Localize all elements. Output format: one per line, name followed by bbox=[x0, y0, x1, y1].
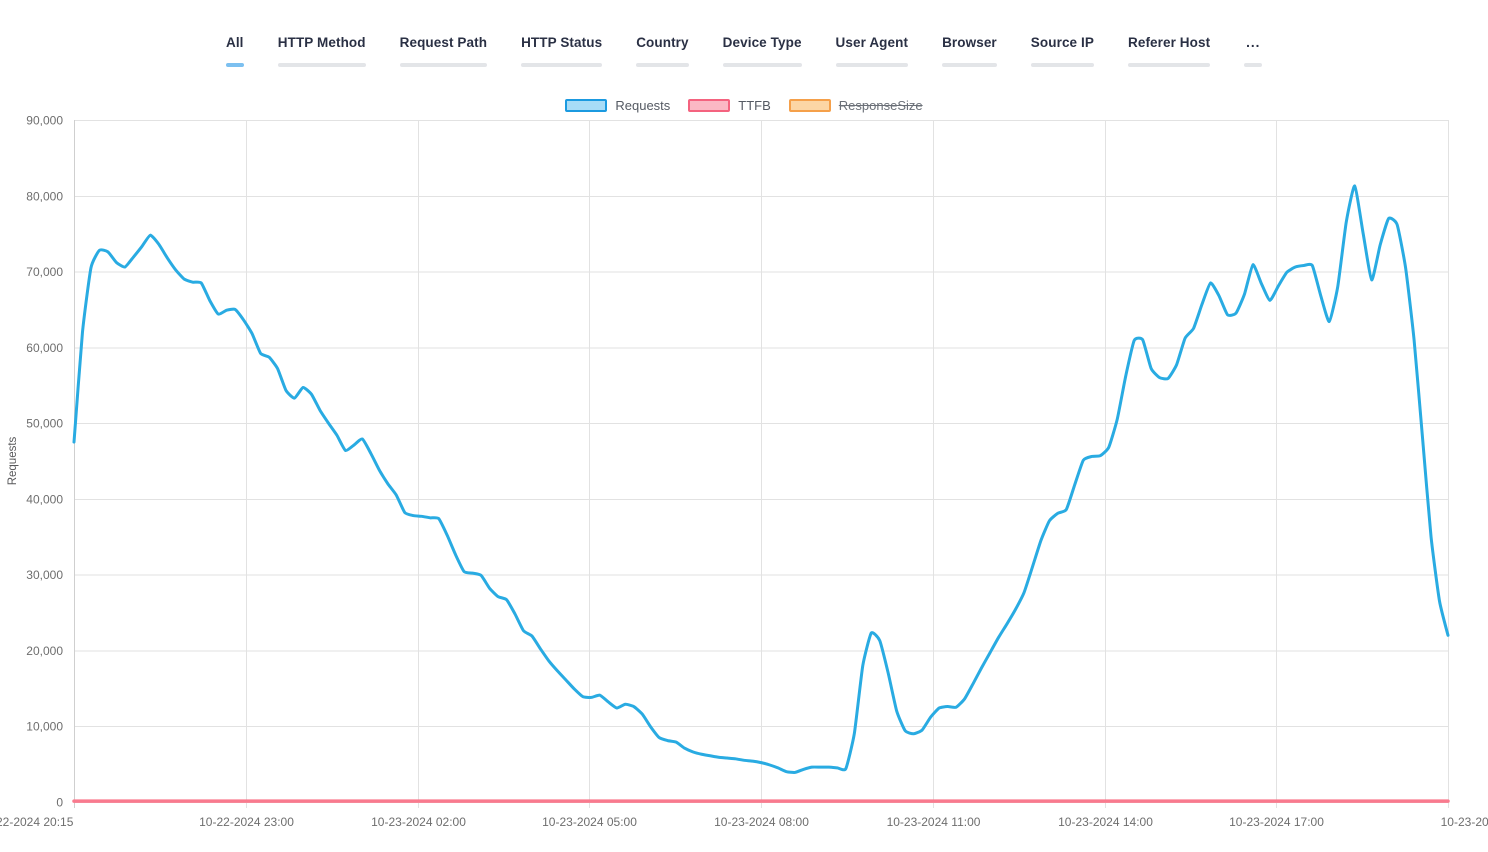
tab-label: User Agent bbox=[835, 35, 909, 50]
y-axis-tick-label: 90,000 bbox=[26, 114, 63, 128]
legend-swatch-requests-icon bbox=[565, 98, 608, 112]
tab-label: Referer Host bbox=[1127, 35, 1211, 50]
tab-label: Device Type bbox=[722, 35, 802, 50]
y-axis-title: Requests bbox=[7, 436, 19, 485]
x-axis-tick-label: 10-23-2024 08:00 bbox=[714, 815, 809, 829]
y-axis-tick-label: 20,000 bbox=[26, 644, 63, 658]
tab-http-status[interactable]: HTTP Status bbox=[521, 34, 603, 67]
tab-underline bbox=[1127, 63, 1211, 67]
tab-[interactable]: ... bbox=[1244, 34, 1263, 67]
legend-item-ttfb[interactable]: TTFB bbox=[688, 98, 771, 113]
tab-label: HTTP Status bbox=[521, 35, 603, 50]
y-axis-tick-label: 40,000 bbox=[26, 492, 63, 506]
tab-label: All bbox=[225, 35, 244, 50]
tab-underline bbox=[835, 63, 909, 67]
tab-all[interactable]: All bbox=[225, 34, 244, 67]
tab-browser[interactable]: Browser bbox=[942, 34, 997, 67]
tab-label: Browser bbox=[942, 35, 997, 50]
tab-underline bbox=[1030, 63, 1094, 67]
x-axis-tick-label: 10-23-2024 17:00 bbox=[1229, 815, 1324, 829]
tab-underline bbox=[521, 63, 603, 67]
tab-source-ip[interactable]: Source IP bbox=[1030, 34, 1094, 67]
tab-label: Request Path bbox=[399, 35, 488, 50]
tab-underline bbox=[1244, 63, 1263, 67]
y-axis-tick-label: 30,000 bbox=[26, 568, 63, 582]
tab-underline bbox=[225, 63, 244, 67]
tab-underline bbox=[722, 63, 802, 67]
tab-underline bbox=[942, 63, 997, 67]
legend-item-requests[interactable]: Requests bbox=[565, 98, 670, 113]
requests-timeseries-chart: 0 10,000 20,000 30,000 40,000 50,000 60,000 70,… bbox=[0, 112, 1488, 852]
chart-svg: 0 10,000 20,000 30,000 40,000 50,000 60,000 70,… bbox=[0, 114, 1488, 830]
tab-underline bbox=[636, 63, 689, 67]
tab-referer-host[interactable]: Referer Host bbox=[1127, 34, 1211, 67]
x-axis-tick-label: 10-23-2024 20:00 bbox=[1441, 815, 1488, 829]
x-axis-tick-label: 10-23-2024 11:00 bbox=[887, 815, 981, 829]
tab-device-type[interactable]: Device Type bbox=[722, 34, 802, 67]
y-axis-tick-label: 0 bbox=[56, 796, 63, 810]
legend-swatch-responsesize-icon bbox=[788, 98, 831, 112]
tab-label: Country bbox=[636, 35, 689, 50]
x-axis-tick-label: 10-22-2024 23:00 bbox=[199, 815, 294, 829]
tab-http-method[interactable]: HTTP Method bbox=[277, 34, 366, 67]
y-axis-tick-label: 60,000 bbox=[26, 341, 63, 355]
legend-label: Requests bbox=[615, 97, 671, 113]
y-axis-tick-label: 10,000 bbox=[26, 720, 63, 734]
analytics-chart-page: All HTTP Method Request Path HTTP Status Cou… bbox=[0, 0, 1488, 852]
y-axis-tick-label: 50,000 bbox=[26, 417, 63, 431]
tab-user-agent[interactable]: User Agent bbox=[835, 34, 909, 67]
legend-item-responsesize[interactable]: ResponseSize bbox=[788, 97, 923, 113]
tab-underline bbox=[399, 63, 488, 67]
dimension-tab-bar: All HTTP Method Request Path HTTP Status Cou… bbox=[0, 34, 1488, 74]
tab-request-path[interactable]: Request Path bbox=[399, 34, 488, 67]
y-axis-tick-label: 80,000 bbox=[26, 189, 63, 203]
tab-label: HTTP Method bbox=[277, 35, 366, 50]
tab-label: Source IP bbox=[1030, 35, 1094, 50]
legend-label: ResponseSize bbox=[838, 97, 923, 113]
x-axis-tick-label: 10-22-2024 20:15 bbox=[0, 815, 74, 829]
legend-label: TTFB bbox=[738, 97, 771, 113]
tab-underline bbox=[277, 63, 366, 67]
x-axis-tick-label: 10-23-2024 05:00 bbox=[542, 815, 637, 829]
tab-label: ... bbox=[1246, 35, 1261, 50]
y-axis-tick-label: 70,000 bbox=[26, 265, 63, 279]
tab-country[interactable]: Country bbox=[636, 34, 689, 67]
x-axis-tick-label: 10-23-2024 14:00 bbox=[1058, 815, 1153, 829]
x-axis-tick-label: 10-23-2024 02:00 bbox=[371, 815, 466, 829]
legend-swatch-ttfb-icon bbox=[688, 98, 731, 112]
